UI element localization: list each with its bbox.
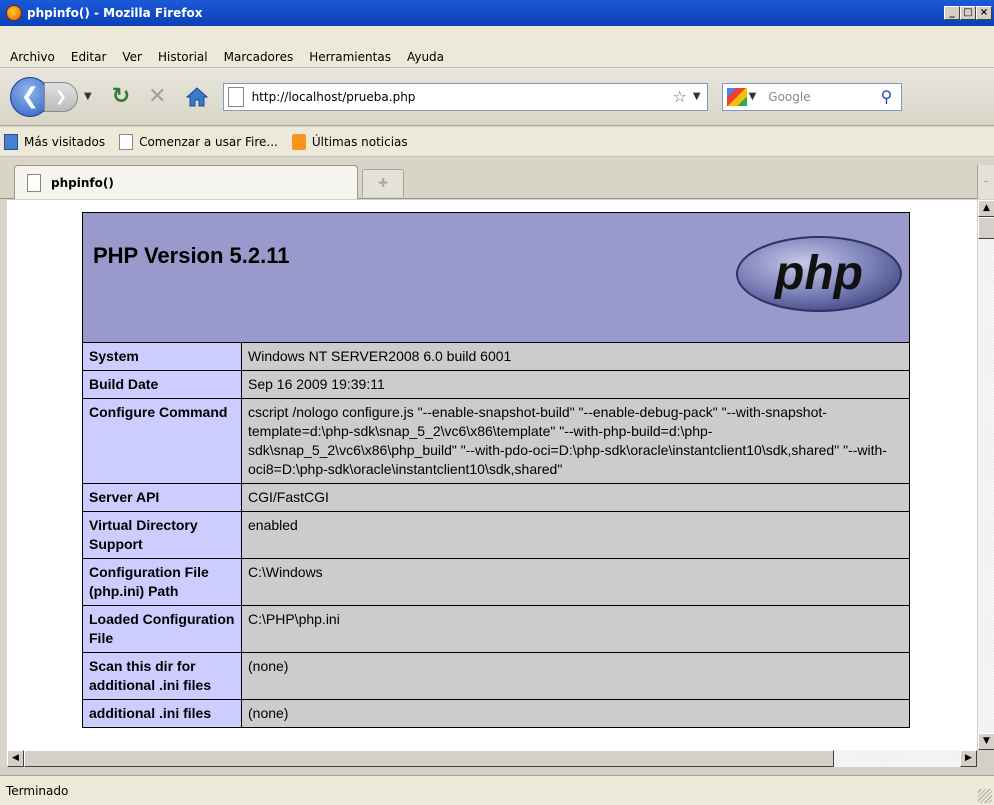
firefox-icon [6, 5, 22, 21]
window-titlebar: phpinfo() - Mozilla Firefox _ □ × [0, 0, 994, 26]
close-button[interactable]: × [976, 6, 992, 20]
row-key: System [82, 342, 242, 371]
row-key: Configuration File (php.ini) Path [82, 558, 242, 606]
row-key: Configure Command [82, 398, 242, 484]
row-key: Build Date [82, 370, 242, 399]
row-key: Virtual Directory Support [82, 511, 242, 559]
forward-button[interactable]: ❯ [44, 81, 78, 112]
scroll-right-button[interactable]: ▶ [960, 750, 977, 767]
reload-icon[interactable]: ↻ [112, 84, 130, 109]
search-input[interactable]: Google [768, 90, 880, 104]
bookmark-label: Comenzar a usar Fire... [139, 134, 278, 149]
row-value: cscript /nologo configure.js "--enable-s… [241, 398, 910, 484]
stop-icon[interactable]: ✕ [148, 84, 166, 109]
row-value: CGI/FastCGI [241, 483, 910, 512]
bookmark-label: Más visitados [24, 134, 106, 149]
status-text: Terminado [6, 783, 69, 798]
horizontal-scroll-thumb[interactable] [24, 750, 834, 767]
menu-archivo[interactable]: Archivo [4, 50, 65, 64]
resize-grip-icon[interactable] [978, 789, 992, 803]
address-bar[interactable]: http://localhost/prueba.php ☆ ▼ [222, 82, 708, 111]
tab-strip: phpinfo() ✚ – [0, 157, 994, 199]
table-row: Virtual Directory Support enabled [82, 511, 910, 559]
row-value: (none) [241, 699, 910, 728]
bookmark-most-visited[interactable]: Más visitados [4, 133, 106, 150]
table-row: Configure Command cscript /nologo configu… [82, 398, 910, 484]
vertical-scroll-thumb[interactable] [978, 217, 994, 239]
row-value: enabled [241, 511, 910, 559]
table-row: Scan this dir for additional .ini files(… [82, 652, 910, 700]
home-icon[interactable] [185, 86, 209, 108]
search-engine-dropdown-icon[interactable]: ▼ [749, 91, 757, 102]
row-value: Sep 16 2009 19:39:11 [241, 370, 910, 399]
menu-ver[interactable]: Ver [116, 50, 152, 64]
menu-bar-top-strip [0, 26, 994, 46]
php-logo-text: php [773, 247, 863, 300]
table-row: Loaded Configuration File C:\PHP\php.ini [82, 605, 910, 653]
tab-list-button[interactable]: – [977, 165, 994, 199]
page-content: PHP Version 5.2.11 php System Windows NT … [7, 200, 977, 750]
menu-marcadores[interactable]: Marcadores [218, 50, 304, 64]
row-key: additional .ini files [82, 699, 242, 728]
row-value: C:\Windows [241, 558, 910, 606]
php-logo: php [736, 236, 902, 312]
page-title: PHP Version 5.2.11 [93, 243, 290, 268]
vertical-scrollbar[interactable]: ▲ ▼ [977, 200, 994, 750]
site-identity-icon[interactable] [227, 86, 244, 107]
menu-bar: Archivo Editar Ver Historial Marcadores … [0, 26, 994, 68]
page-icon [119, 133, 134, 150]
scroll-up-button[interactable]: ▲ [978, 200, 994, 217]
bookmark-label: Últimas noticias [311, 134, 408, 149]
minimize-button[interactable]: _ [944, 6, 960, 20]
window-title: phpinfo() - Mozilla Firefox [27, 6, 203, 20]
window-left-border [0, 200, 7, 767]
url-dropdown-icon[interactable]: ▼ [693, 91, 701, 102]
table-row: System Windows NT SERVER2008 6.0 build 60… [82, 342, 910, 371]
most-visited-icon [4, 133, 18, 150]
url-input[interactable]: http://localhost/prueba.php [252, 90, 673, 104]
table-row: Server API CGI/FastCGI [82, 483, 910, 512]
bookmarks-toolbar: Más visitados Comenzar a usar Fire... Úl… [0, 127, 994, 157]
php-header: PHP Version 5.2.11 php [82, 212, 910, 345]
bookmark-getting-started[interactable]: Comenzar a usar Fire... [119, 133, 278, 150]
info-table: System Windows NT SERVER2008 6.0 build 60… [82, 342, 910, 728]
scrollbar-corner [977, 750, 994, 767]
tab-phpinfo[interactable]: phpinfo() [14, 165, 358, 199]
table-row: Configuration File (php.ini) Path C:\Wind… [82, 558, 910, 606]
search-icon[interactable]: ⚲ [881, 87, 901, 106]
maximize-button[interactable]: □ [960, 6, 976, 20]
table-row: additional .ini files (none) [82, 699, 910, 728]
bookmark-latest-news[interactable]: Últimas noticias [291, 133, 408, 150]
menu-historial[interactable]: Historial [152, 50, 218, 64]
row-value: Windows NT SERVER2008 6.0 build 6001 [241, 342, 910, 371]
row-key: Loaded Configuration File [82, 605, 242, 653]
row-value: C:\PHP\php.ini [241, 605, 910, 653]
new-tab-button[interactable]: ✚ [362, 169, 404, 197]
scroll-down-button[interactable]: ▼ [978, 733, 994, 750]
menu-ayuda[interactable]: Ayuda [401, 50, 454, 64]
table-row: Build Date Sep 16 2009 19:39:11 [82, 370, 910, 399]
tab-label: phpinfo() [51, 175, 114, 190]
history-dropdown-icon[interactable]: ▼ [84, 91, 92, 102]
row-key: Server API [82, 483, 242, 512]
navigation-toolbar: ❮ ❯ ▼ ↻ ✕ http://localhost/prueba.php ☆ … [0, 68, 994, 126]
rss-icon [291, 133, 306, 150]
row-value: (none) [241, 652, 910, 700]
menu-editar[interactable]: Editar [65, 50, 117, 64]
search-engine-icon[interactable] [726, 87, 747, 106]
horizontal-scrollbar[interactable]: ◀ ▶ [7, 750, 977, 767]
scroll-left-button[interactable]: ◀ [7, 750, 24, 767]
search-bar[interactable]: ▼ Google ⚲ [721, 82, 902, 111]
status-bar: Terminado [0, 775, 994, 805]
window-controls: _ □ × [944, 6, 992, 20]
bookmark-star-icon[interactable]: ☆ [673, 87, 687, 106]
menu-herramientas[interactable]: Herramientas [303, 50, 401, 64]
row-key: Scan this dir for additional .ini files [82, 652, 242, 700]
tab-page-icon [27, 173, 41, 192]
